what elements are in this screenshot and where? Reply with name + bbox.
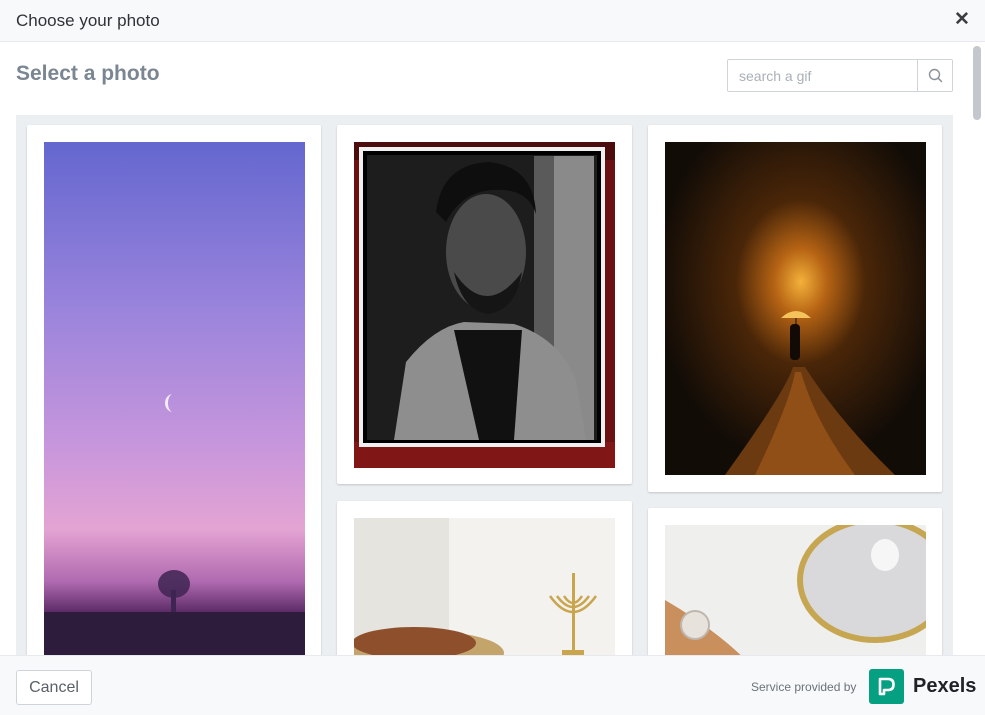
photo-twilight-sky (44, 142, 305, 655)
photo-card-twilight-sky[interactable] (27, 125, 321, 655)
portrait-image (354, 142, 615, 468)
twilight-sky-image (44, 142, 305, 655)
search-input[interactable] (728, 60, 917, 91)
close-button[interactable]: ✕ (953, 10, 971, 30)
photo-card-portrait[interactable] (337, 125, 632, 484)
search-icon (928, 68, 943, 83)
photo-grid (16, 115, 953, 655)
photo-menorah (354, 518, 615, 655)
photo-card-menorah[interactable] (337, 501, 632, 655)
search-box (727, 59, 953, 92)
photo-night-umbrella (665, 142, 926, 475)
photo-portrait (354, 142, 615, 468)
mirror-tray-image (665, 525, 926, 655)
search-button[interactable] (917, 60, 952, 91)
pexels-name[interactable]: Pexels (913, 675, 976, 698)
cancel-button[interactable]: Cancel (16, 670, 92, 705)
close-icon: ✕ (954, 9, 970, 30)
section-title: Select a photo (16, 62, 160, 85)
pexels-logo-glyph (878, 677, 895, 696)
scrollbar[interactable] (969, 42, 985, 655)
night-umbrella-image (665, 142, 926, 475)
pexels-logo-icon[interactable] (869, 669, 904, 704)
menorah-image (354, 518, 615, 655)
photo-card-mirror-tray[interactable] (648, 508, 942, 655)
photo-chooser-modal: Choose your photo ✕ Select a photo searc… (0, 0, 985, 715)
modal-header: Choose your photo ✕ (0, 0, 985, 42)
photo-mirror-tray (665, 525, 926, 655)
modal-footer: Cancel Service provided by Pexels (0, 655, 985, 715)
photo-card-night-umbrella[interactable] (648, 125, 942, 492)
modal-title: Choose your photo (16, 11, 160, 30)
scrollbar-thumb[interactable] (973, 46, 981, 120)
service-provided-label: Service provided by (751, 680, 857, 694)
